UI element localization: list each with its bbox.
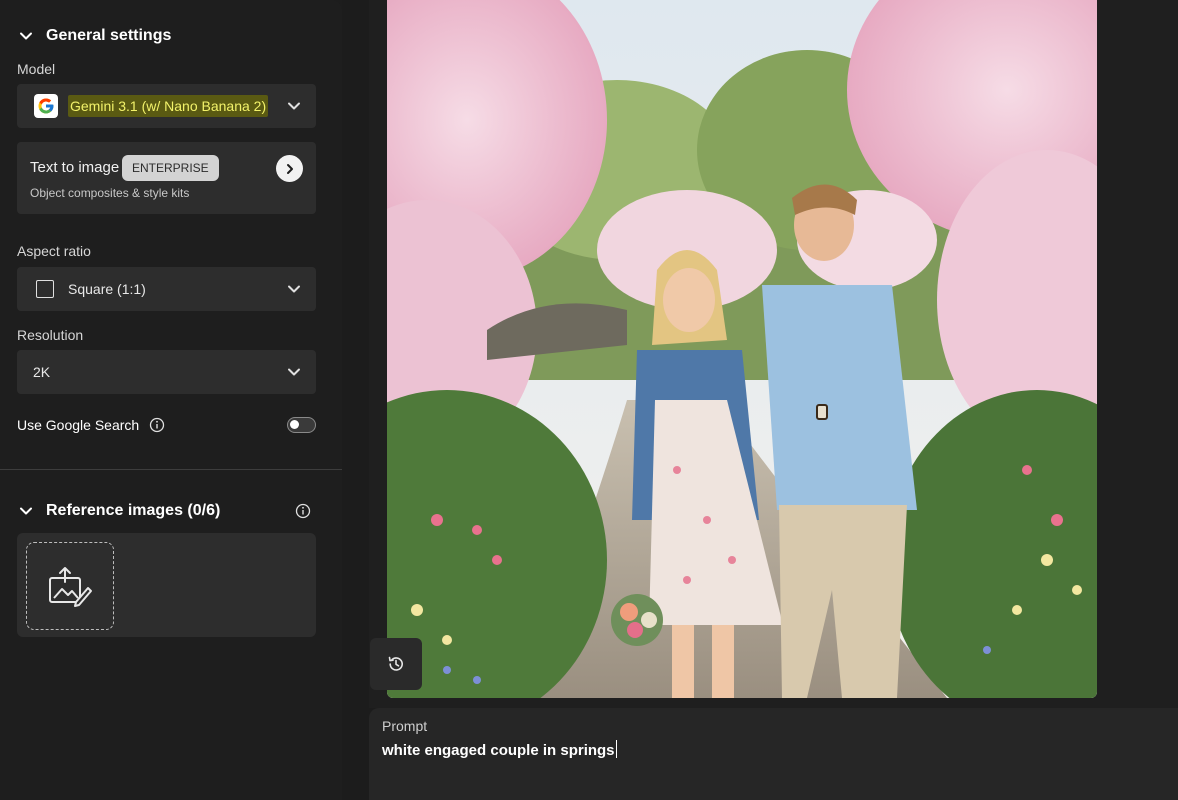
upload-image-button[interactable] bbox=[26, 542, 114, 630]
upload-image-icon bbox=[49, 567, 92, 607]
text-to-image-title: Text to image bbox=[30, 159, 120, 176]
reference-images-box bbox=[17, 533, 316, 637]
model-label: Model bbox=[17, 61, 56, 77]
prompt-label: Prompt bbox=[382, 718, 428, 734]
aspect-ratio-value: Square (1:1) bbox=[68, 281, 146, 297]
resolution-label: Resolution bbox=[17, 327, 84, 343]
text-to-image-card[interactable]: Text to image ENTERPRISE Object composit… bbox=[17, 142, 316, 214]
reference-images-title: Reference images (0/6) bbox=[46, 502, 221, 519]
info-icon[interactable] bbox=[295, 503, 311, 519]
model-dropdown[interactable]: Gemini 3.1 (w/ Nano Banana 2) bbox=[17, 84, 316, 128]
reference-images-header[interactable]: Reference images (0/6) bbox=[18, 502, 220, 520]
chevron-down-icon bbox=[286, 98, 302, 114]
history-icon bbox=[388, 656, 403, 671]
history-button[interactable] bbox=[370, 638, 422, 690]
square-icon bbox=[36, 280, 54, 298]
prompt-text: white engaged couple in springs bbox=[382, 742, 615, 759]
prompt-input[interactable]: white engaged couple in springs bbox=[382, 740, 1082, 759]
google-search-label: Use Google Search bbox=[17, 417, 140, 433]
divider bbox=[0, 469, 342, 470]
couple-photo bbox=[387, 0, 1097, 698]
google-search-toggle[interactable] bbox=[287, 417, 316, 433]
enterprise-badge: ENTERPRISE bbox=[122, 155, 219, 181]
resolution-dropdown[interactable]: 2K bbox=[17, 350, 316, 394]
settings-panel: General settings Model Gemini 3.1 (w/ Na… bbox=[0, 0, 342, 800]
text-to-image-subtitle: Object composites & style kits bbox=[30, 186, 190, 200]
resolution-value: 2K bbox=[33, 364, 51, 380]
chevron-down-icon bbox=[286, 281, 302, 297]
generated-image[interactable] bbox=[387, 0, 1097, 698]
model-value: Gemini 3.1 (w/ Nano Banana 2) bbox=[68, 95, 269, 117]
toggle-knob bbox=[290, 420, 299, 429]
prompt-area: Prompt white engaged couple in springs bbox=[369, 708, 1178, 800]
chevron-down-icon bbox=[286, 364, 302, 380]
chevron-right-icon bbox=[286, 163, 293, 174]
chevron-down-icon bbox=[18, 503, 34, 519]
general-settings-title: General settings bbox=[46, 27, 172, 44]
text-cursor bbox=[615, 740, 617, 758]
aspect-ratio-dropdown[interactable]: Square (1:1) bbox=[17, 267, 316, 311]
chevron-down-icon bbox=[18, 28, 34, 44]
google-search-row: Use Google Search bbox=[17, 415, 316, 435]
info-icon[interactable] bbox=[149, 417, 165, 433]
chevron-right-button[interactable] bbox=[276, 155, 303, 182]
google-icon bbox=[34, 94, 58, 118]
general-settings-header[interactable]: General settings bbox=[18, 27, 171, 45]
aspect-ratio-label: Aspect ratio bbox=[17, 243, 91, 259]
